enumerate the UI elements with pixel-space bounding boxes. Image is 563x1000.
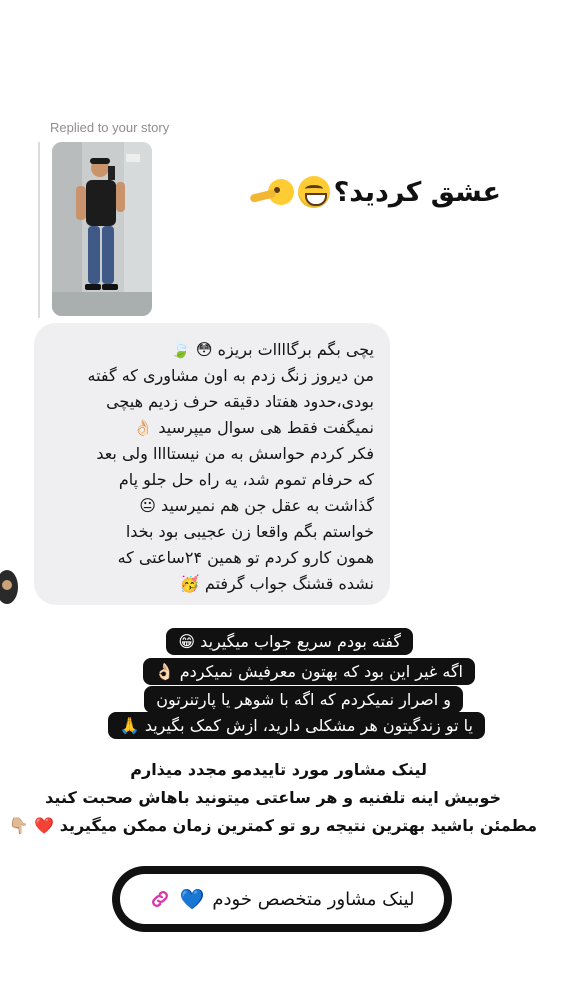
message-line: فکر کردم حواسش به من نیستاااا ولی بعد <box>96 444 374 463</box>
message-line: نشده قشنگ جواب گرفتم 🥳 <box>179 574 374 593</box>
message-line: همون کارو کردم تو همین ۲۴ساعتی که <box>117 548 374 567</box>
story-screenshot: Replied to your story عشق کردید؟ یچی بگم… <box>0 0 563 1000</box>
story-text-plain-2: خوبیش اینه تلفنیه و هر ساعتی میتونید باه… <box>45 788 501 807</box>
message-line: یچی بگم برگاااات بریزه 😳 🍃 <box>170 340 374 359</box>
message-line: بودی،حدود هفتاد دقیقه حرف زدیم هیچی <box>106 392 374 411</box>
link-sticker-label: لینک مشاور متخصص خودم <box>212 888 415 910</box>
peeking-face-emoji-icon <box>249 179 294 205</box>
story-text-dark-3: و اصرار نمیکردم که اگه با شوهر یا پارتنر… <box>144 686 463 713</box>
blue-heart-icon: 💙 <box>179 887 205 911</box>
sender-avatar[interactable] <box>0 570 18 604</box>
message-line: گذاشت به عقل جن هم نمیرسید 😐 <box>139 496 374 515</box>
story-caption: عشق کردید؟ <box>248 176 501 208</box>
message-line: نمیگفت فقط هی سوال میپرسید 👌🏻 <box>133 418 374 437</box>
story-text-dark-1: گفته بودم سریع جواب میگیرید 😁 <box>166 628 413 655</box>
message-bubble: یچی بگم برگاااات بریزه 😳 🍃 من دیروز زنگ … <box>34 323 390 605</box>
grinning-emoji-icon <box>297 176 330 208</box>
link-icon <box>152 891 169 907</box>
link-sticker[interactable]: لینک مشاور متخصص خودم 💙 <box>112 866 452 932</box>
story-thumbnail[interactable] <box>52 142 152 316</box>
message-line: خواستم بگم واقعا زن عجیبی بود بخدا <box>125 522 374 541</box>
story-text-plain-1: لینک مشاور مورد تاییدمو مجدد میذارم <box>130 760 427 779</box>
story-text-dark-4: یا تو زندگیتون هر مشکلی دارید، ازش کمک ب… <box>107 712 485 739</box>
story-text-dark-2: اگه غیر این بود که بهتون معرفیش نمیکردم … <box>142 658 475 685</box>
message-line: من دیروز زنگ زدم به اون مشاوری که گفته <box>87 366 374 385</box>
reply-quote-bar <box>38 142 40 318</box>
message-line: که حرفام تموم شد، یه راه حل جلو پام <box>118 470 374 489</box>
replied-to-story-label: Replied to your story <box>50 120 170 135</box>
story-text-plain-3: مطمئن باشید بهترین نتیجه رو تو کمترین زم… <box>8 816 537 835</box>
caption-text: عشق کردید؟ <box>333 176 501 208</box>
link-sticker-inner[interactable]: لینک مشاور متخصص خودم 💙 <box>120 874 444 924</box>
story-photo <box>52 142 152 316</box>
